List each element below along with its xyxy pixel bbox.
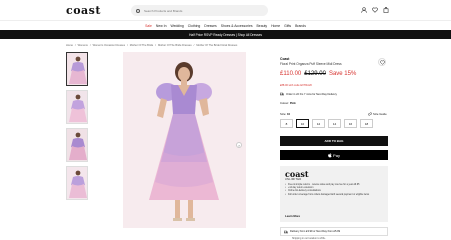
nav-item-shoes-accessories[interactable]: Shoes & Accessories — [221, 24, 253, 28]
heart-icon — [379, 59, 385, 65]
breadcrumb-item[interactable]: Home — [66, 44, 73, 47]
size-option-12[interactable]: 12 — [312, 119, 325, 128]
size-option-14[interactable]: 14 — [328, 119, 341, 128]
nav-item-dresses[interactable]: Dresses — [204, 24, 216, 28]
main-nav: Sale New In Wedding Clothing Dresses Sho… — [0, 20, 451, 30]
breadcrumb-item[interactable]: Women's Occasion Dresses — [93, 44, 125, 47]
search-icon — [136, 8, 140, 13]
size-option-18[interactable]: 18 — [360, 119, 373, 128]
breadcrumb-item[interactable]: Mother Of The Bride Dresses — [158, 44, 192, 47]
apple-icon — [328, 152, 332, 157]
current-price: £110.00 — [280, 71, 302, 77]
size-value: 10 — [287, 112, 291, 116]
nav-item-new-in[interactable]: New In — [156, 24, 167, 28]
search-input[interactable] — [144, 8, 264, 13]
list-item: Free & simple returns · receive value an… — [285, 184, 383, 186]
breadcrumb-separator: / — [155, 44, 156, 47]
search-bar[interactable] — [131, 5, 268, 16]
site-logo[interactable]: coast — [66, 4, 101, 17]
original-price: £129.00 — [304, 71, 326, 77]
delivery-countdown: Order in 22 hrs 7 mins for Next Day Deli… — [280, 92, 337, 96]
list-item: +14 day return extension — [285, 187, 383, 189]
loyalty-promo: coast UNLIMITED Free & simple returns · … — [280, 166, 388, 222]
nav-item-home[interactable]: Home — [271, 24, 280, 28]
colour-label: Colour: — [280, 101, 290, 105]
next-image-button[interactable]: › — [236, 142, 242, 148]
product-thumbnail[interactable] — [66, 166, 88, 200]
size-label: Size: — [280, 112, 287, 116]
size-option-10[interactable]: 10 — [296, 119, 309, 128]
loyalty-subtitle: UNLIMITED — [285, 178, 302, 181]
product-thumbnail[interactable] — [66, 128, 88, 162]
truck-icon — [280, 92, 284, 96]
nav-item-brands[interactable]: Brands — [295, 24, 306, 28]
thumbnail-list — [66, 52, 88, 204]
size-guide-label[interactable]: Size Guide — [373, 112, 387, 116]
price-block: £110.00 £129.00 Save 15% — [280, 71, 356, 77]
size-guide-link[interactable]: Size Guide — [368, 112, 387, 116]
breadcrumb-separator: / — [127, 44, 128, 47]
product-brand[interactable]: Coast — [280, 57, 388, 61]
product-thumbnail[interactable] — [66, 52, 88, 86]
breadcrumb-separator: / — [74, 44, 76, 47]
nav-item-sale[interactable]: Sale — [145, 24, 152, 28]
site-header: coast — [0, 0, 451, 20]
apple-pay-button[interactable]: Pay — [280, 150, 388, 160]
breadcrumb: Home / Womens / Women's Occasion Dresses… — [66, 44, 237, 47]
breadcrumb-separator: / — [193, 44, 195, 47]
header-icons — [361, 7, 389, 13]
breadcrumb-item-current: Mother Of The Bride Floral Dresses — [196, 44, 238, 47]
list-item: Online list-delivery consultations — [285, 190, 383, 192]
size-option-8[interactable]: 8 — [280, 119, 293, 128]
colour-selector: Colour: Pink — [280, 101, 296, 105]
product-main-image[interactable] — [123, 52, 246, 228]
wishlist-button[interactable] — [378, 58, 386, 66]
user-icon[interactable] — [361, 7, 367, 13]
colour-value: Pink — [289, 101, 296, 105]
breadcrumb-separator: / — [89, 44, 91, 47]
product-title: Floral Print Organza Puff Sleeve Midi Dr… — [280, 62, 342, 66]
nav-item-beauty[interactable]: Beauty — [257, 24, 268, 28]
delivery-countdown-text: Order in 22 hrs 7 mins for Next Day Deli… — [286, 92, 337, 96]
nav-item-wedding[interactable]: Wedding — [170, 24, 183, 28]
size-option-16[interactable]: 16 — [344, 119, 357, 128]
learn-more-link[interactable]: Learn More — [285, 214, 300, 218]
apple-pay-label: Pay — [333, 152, 340, 158]
promo-code-offer: £88.00 with code EXTRA20 — [280, 84, 312, 87]
delivery-info-text: Delivery from £3.99 or Next Day from £5.… — [290, 230, 341, 233]
heart-icon[interactable] — [372, 7, 378, 13]
product-thumbnail[interactable] — [66, 90, 88, 124]
breadcrumb-item[interactable]: Mother Of The Bride — [130, 44, 153, 47]
ruler-icon — [368, 112, 372, 116]
size-options: 8 10 12 14 16 18 — [280, 119, 373, 128]
savings-badge: Save 15% — [328, 71, 357, 77]
nav-item-clothing[interactable]: Clothing — [188, 24, 200, 28]
nav-item-gifts[interactable]: Gifts — [284, 24, 291, 28]
add-to-bag-button[interactable]: ADD TO BAG — [280, 136, 388, 146]
truck-icon — [284, 230, 288, 234]
delivery-info[interactable]: Delivery from £3.99 or Next Day from £5.… — [280, 227, 388, 236]
bag-icon[interactable] — [383, 7, 389, 13]
loyalty-benefits: Free & simple returns · receive value an… — [285, 184, 383, 196]
promo-banner[interactable]: Half Price RSVP Ready Dresses | Shop All… — [0, 30, 451, 39]
breadcrumb-item[interactable]: Womens — [78, 44, 88, 47]
product-info: Coast Floral Print Organza Puff Sleeve M… — [280, 57, 388, 66]
list-item: Full order coverage from orders damaged … — [285, 194, 383, 196]
